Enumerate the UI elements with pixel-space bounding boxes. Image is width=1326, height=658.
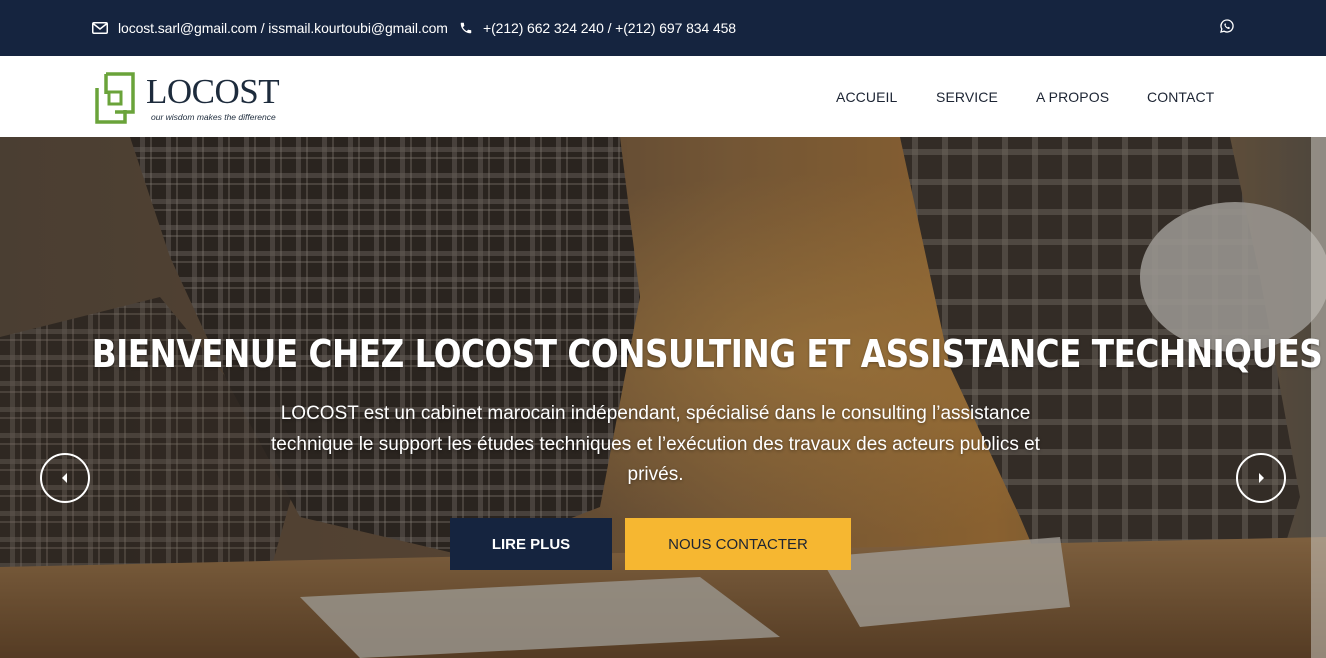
logo-mark-icon xyxy=(95,72,135,124)
email-contact[interactable]: locost.sarl@gmail.com / issmail.kourtoub… xyxy=(92,0,448,56)
lire-plus-button[interactable]: LIRE PLUS xyxy=(450,518,612,570)
hero-title: BIENVENUE CHEZ LOCOST CONSULTING ET ASSI… xyxy=(91,332,1323,376)
slider-prev-button[interactable] xyxy=(40,453,90,503)
nav-item-contact[interactable]: CONTACT xyxy=(1147,89,1214,105)
chevron-left-icon xyxy=(62,473,67,483)
envelope-icon xyxy=(92,22,108,34)
site-header: LOCOST our wisdom makes the difference A… xyxy=(0,56,1326,137)
nav-item-service[interactable]: SERVICE xyxy=(936,89,998,105)
hero-background-image xyxy=(0,137,1326,658)
logo-tagline: our wisdom makes the difference xyxy=(151,112,276,122)
phone-icon xyxy=(460,22,472,34)
locost-logo[interactable]: LOCOST our wisdom makes the difference xyxy=(95,70,295,126)
whatsapp-icon[interactable] xyxy=(1219,18,1235,34)
email-text: locost.sarl@gmail.com / issmail.kourtoub… xyxy=(118,20,448,36)
nav-item-a-propos[interactable]: A PROPOS xyxy=(1036,89,1109,105)
slider-next-button[interactable] xyxy=(1236,453,1286,503)
phone-text: +(212) 662 324 240 / +(212) 697 834 458 xyxy=(483,20,736,36)
logo-wordmark: LOCOST xyxy=(146,72,280,111)
nous-contacter-button[interactable]: NOUS CONTACTER xyxy=(625,518,851,570)
nav-item-accueil[interactable]: ACCUEIL xyxy=(836,89,897,105)
chevron-right-icon xyxy=(1259,473,1264,483)
hero-description: LOCOST est un cabinet marocain indépenda… xyxy=(271,403,1040,485)
phone-contact[interactable]: +(212) 662 324 240 / +(212) 697 834 458 xyxy=(459,0,736,56)
hero-slider: BIENVENUE CHEZ LOCOST CONSULTING ET ASSI… xyxy=(0,137,1326,658)
hero-scrollbar[interactable] xyxy=(1311,137,1326,658)
top-contact-bar: locost.sarl@gmail.com / issmail.kourtoub… xyxy=(0,0,1326,56)
